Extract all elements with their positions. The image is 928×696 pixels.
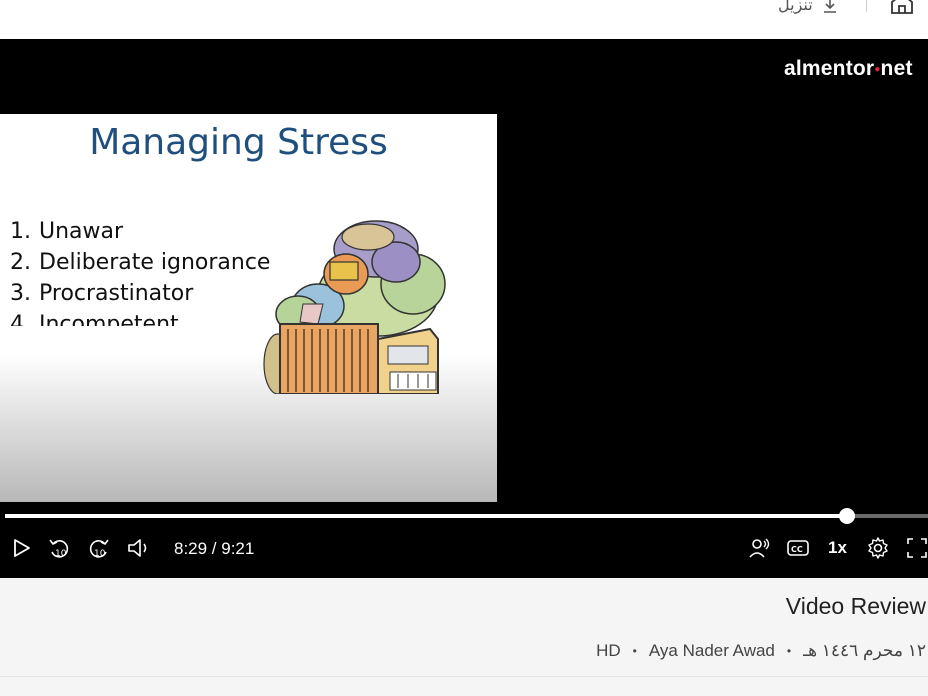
progress-handle[interactable] [839, 508, 855, 524]
quality-label: HD [596, 641, 621, 660]
captions-button[interactable]: CC [785, 535, 811, 561]
divider-line [0, 676, 928, 677]
slide-list-item: 3. Procrastinator [10, 281, 194, 306]
slide-list-item: 4 Incompetent [10, 312, 179, 326]
brand-logo: almentor●net [784, 57, 913, 80]
download-icon [823, 0, 836, 13]
video-title: Video Review [785, 593, 926, 619]
video-info: Video Review HD • Aya Nader Awad • ١٢ مح… [0, 578, 928, 696]
fullscreen-icon [907, 538, 927, 558]
meta-separator: • [632, 644, 637, 658]
play-icon [14, 539, 30, 557]
progress-bar[interactable] [5, 508, 928, 524]
playback-speed-button[interactable]: 1x [828, 538, 847, 558]
progress-fill [5, 514, 847, 518]
audio-description-button[interactable] [746, 535, 772, 561]
author-name[interactable]: Aya Nader Awad [649, 641, 775, 661]
volume-icon [128, 539, 147, 557]
play-button[interactable] [8, 535, 34, 561]
home-icon[interactable] [889, 0, 915, 14]
svg-text:10: 10 [94, 549, 106, 559]
rewind-10-icon: 10 [49, 539, 69, 559]
svg-text:10: 10 [55, 549, 67, 559]
volume-button[interactable] [126, 535, 152, 561]
time-display: 8:29 / 9:21 [174, 539, 255, 558]
slide-list: 1. Unawar 2. Deliberate ignorance 3. Procra… [10, 216, 280, 326]
svg-text:CC: CC [791, 545, 803, 554]
video-meta: HD • Aya Nader Awad • ١٢ محرم ١٤٤٦ هـ [596, 641, 926, 661]
meta-separator: • [786, 644, 792, 658]
toolbar-divider [866, 0, 867, 12]
publish-date: ١٢ محرم ١٤٤٦ هـ [803, 641, 926, 660]
fullscreen-button[interactable] [904, 535, 928, 561]
forward-10-icon: 10 [89, 539, 109, 559]
audio-description-icon [749, 538, 770, 558]
truck-illustration [263, 220, 446, 394]
control-bar: 10 10 8:29 / 9:21 CC 1x [0, 532, 928, 564]
forward-10-button[interactable]: 10 [86, 535, 112, 561]
download-button[interactable]: تنزيل [778, 0, 839, 16]
top-bar: تنزيل [0, 0, 928, 39]
captions-icon: CC [787, 540, 809, 556]
settings-icon [868, 537, 888, 559]
slide-list-item: 2. Deliberate ignorance [10, 250, 271, 275]
rewind-10-button[interactable]: 10 [46, 535, 72, 561]
settings-button[interactable] [865, 535, 891, 561]
video-player[interactable]: almentor●net Managing Stress 1. Unawar 2.… [0, 39, 928, 578]
download-label: تنزيل [778, 0, 813, 14]
slide-list-item: 1. Unawar [10, 219, 124, 244]
